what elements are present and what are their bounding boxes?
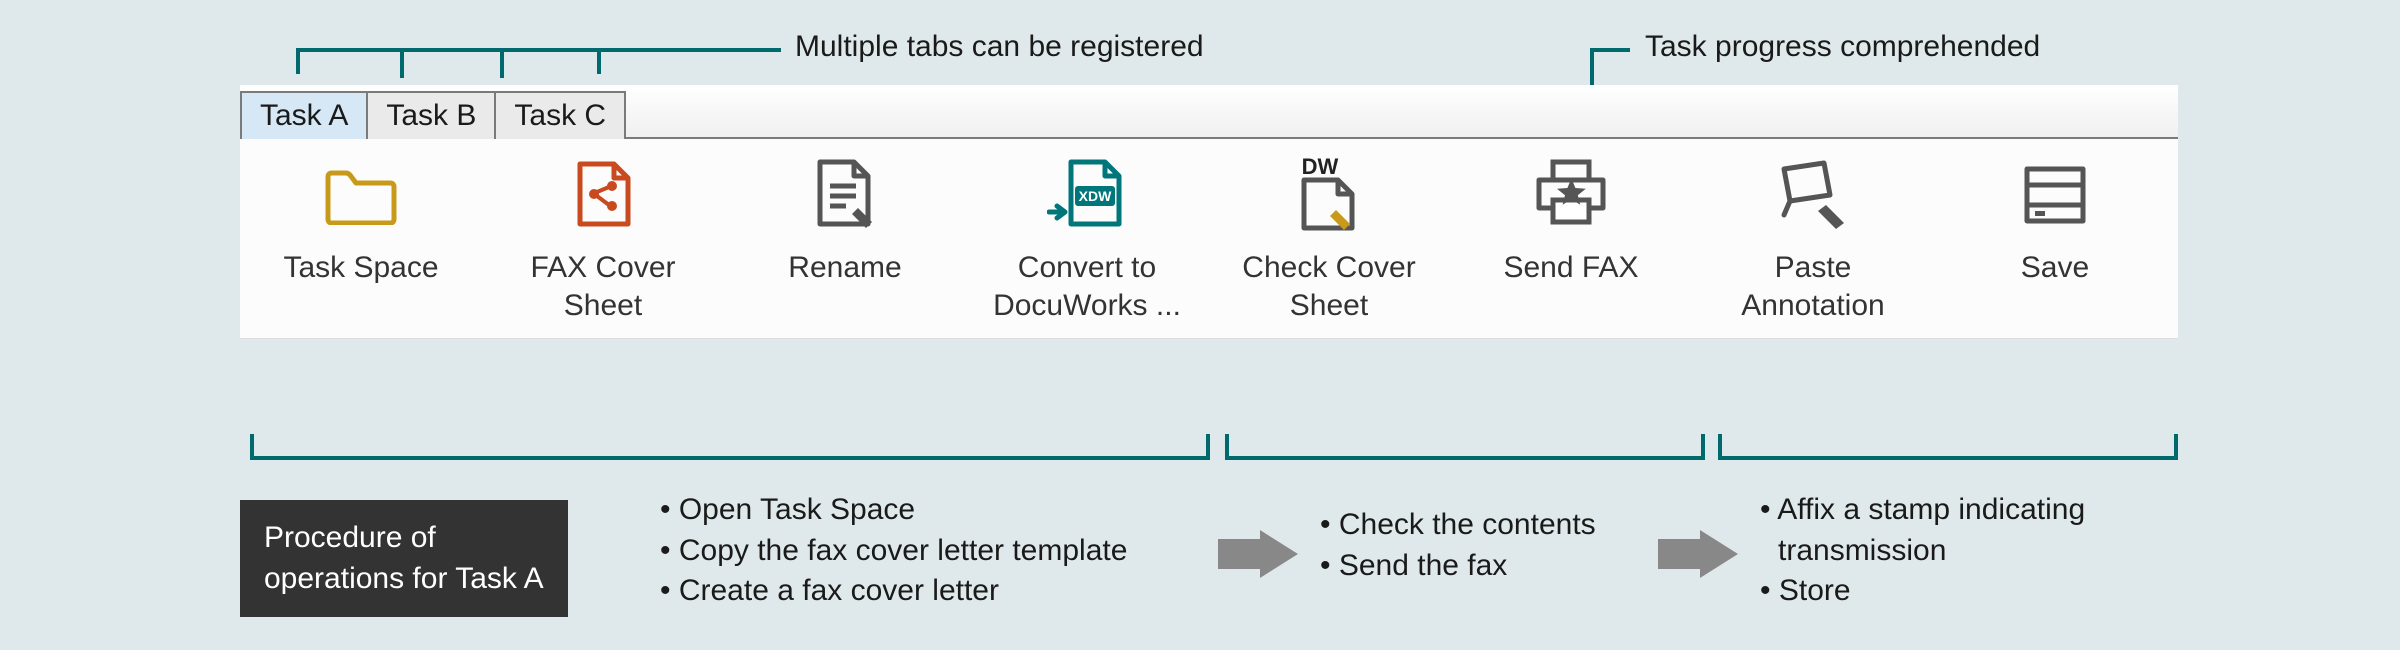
tab-label: Task A	[260, 99, 348, 133]
tab-task-b[interactable]: Task B	[366, 91, 496, 139]
group-bracket-1	[250, 434, 1210, 460]
step-item: Create a fax cover letter	[660, 571, 1127, 612]
procedure-title-box: Procedure of operations for Task A	[240, 500, 568, 617]
toolbtn-check-cover-sheet[interactable]: DW Check Cover Sheet	[1208, 155, 1450, 324]
tab-label: Task C	[514, 99, 606, 133]
toolbtn-fax-cover-sheet[interactable]: FAX Cover Sheet	[482, 155, 724, 324]
group-bracket-2	[1225, 434, 1705, 460]
progress-callout-hline	[1590, 48, 1630, 52]
svg-text:DW: DW	[1302, 156, 1339, 179]
step-item: Store	[1760, 571, 2170, 612]
toolbtn-task-space[interactable]: Task Space	[240, 155, 482, 324]
tabs-bracket	[296, 48, 601, 74]
tabs-callout-label: Multiple tabs can be registered	[795, 30, 1204, 64]
step-item: Copy the fax cover letter template	[660, 531, 1127, 572]
toolbtn-save[interactable]: Save	[1934, 155, 2176, 324]
svg-text:XDW: XDW	[1079, 188, 1112, 204]
task-toolbar: Task A Task B Task C Task Space	[240, 85, 2178, 339]
toolbtn-convert-docuworks[interactable]: XDW Convert to DocuWorks ...	[966, 155, 1208, 324]
step-item: Check the contents	[1320, 505, 1596, 546]
toolbtn-paste-annotation[interactable]: Paste Annotation	[1692, 155, 1934, 324]
dw-page-icon: DW	[1290, 155, 1368, 235]
step-item: Open Task Space	[660, 490, 1127, 531]
xdw-icon: XDW	[1047, 155, 1127, 235]
toolbtn-rename[interactable]: Rename	[724, 155, 966, 324]
page-edit-icon	[810, 155, 880, 235]
tabrow-spacer	[624, 91, 2178, 139]
step-item: Send the fax	[1320, 546, 1596, 587]
progress-callout-label: Task progress comprehended	[1645, 30, 2040, 64]
toolbtn-label: FAX Cover Sheet	[493, 249, 713, 324]
printer-icon	[1531, 155, 1611, 235]
arrow-icon	[1700, 530, 1738, 578]
toolbtn-label: Task Space	[283, 249, 438, 287]
step-group-3: Affix a stamp indicating transmission St…	[1760, 490, 2170, 612]
tab-label: Task B	[386, 99, 476, 133]
procedure-title-line2: operations for Task A	[264, 559, 544, 600]
share-page-icon	[572, 155, 634, 235]
arrow-icon	[1260, 530, 1298, 578]
tabs-callout-line	[601, 48, 781, 52]
group-bracket-3	[1718, 434, 2178, 460]
tab-row: Task A Task B Task C	[240, 85, 2178, 137]
toolbar-buttons: Task Space FAX Cover Sheet	[240, 137, 2178, 339]
toolbtn-send-fax[interactable]: Send FAX	[1450, 155, 1692, 324]
tab-task-a[interactable]: Task A	[240, 91, 368, 139]
step-group-1: Open Task Space Copy the fax cover lette…	[660, 490, 1127, 612]
step-item: Affix a stamp indicating transmission	[1760, 490, 2170, 571]
toolbtn-label: Send FAX	[1503, 249, 1638, 287]
stamp-icon	[1774, 155, 1852, 235]
folder-icon	[324, 155, 398, 235]
toolbtn-label: Convert to DocuWorks ...	[977, 249, 1197, 324]
toolbtn-label: Check Cover Sheet	[1219, 249, 1439, 324]
procedure-title-line1: Procedure of	[264, 518, 544, 559]
toolbtn-label: Rename	[788, 249, 901, 287]
step-group-2: Check the contents Send the fax	[1320, 505, 1596, 586]
tab-task-c[interactable]: Task C	[494, 91, 626, 139]
save-icon	[2021, 155, 2089, 235]
toolbtn-label: Paste Annotation	[1703, 249, 1923, 324]
toolbtn-label: Save	[2021, 249, 2089, 287]
